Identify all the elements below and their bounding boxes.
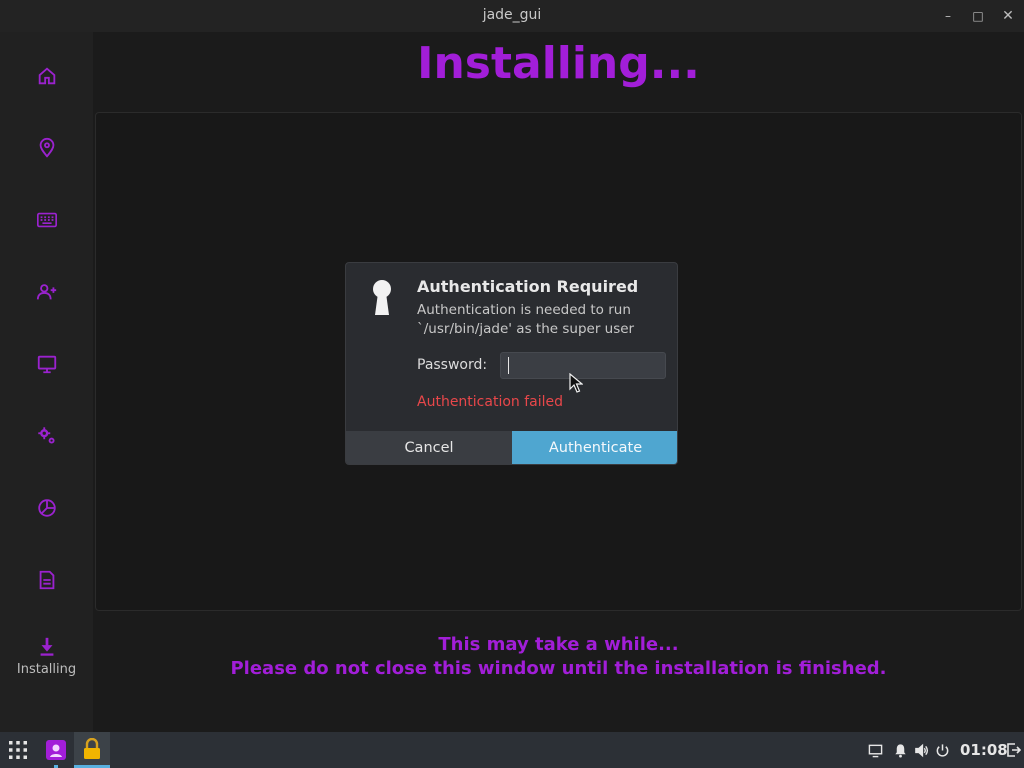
display-icon[interactable]	[868, 743, 883, 758]
system-tray	[868, 732, 950, 768]
sidebar-item-location[interactable]	[0, 128, 93, 168]
location-pin-icon	[39, 137, 54, 158]
lock-icon	[84, 737, 100, 759]
monitor-icon	[37, 355, 56, 374]
mouse-pointer-icon	[569, 373, 583, 393]
authentication-dialog: Authentication Required Authentication i…	[345, 262, 678, 465]
sidebar-item-keyboard[interactable]	[0, 200, 93, 240]
cancel-button[interactable]: Cancel	[346, 431, 512, 464]
sidebar: Installing	[0, 32, 93, 732]
keyboard-icon	[36, 212, 57, 228]
app-grid-icon[interactable]	[8, 740, 28, 760]
auth-error-message: Authentication failed	[417, 394, 564, 410]
taskbar: 01:08	[0, 732, 1024, 768]
minimize-button[interactable]: –	[938, 6, 958, 26]
page-title: Installing...	[417, 38, 700, 89]
jade-app-icon	[46, 740, 66, 760]
sidebar-item-partitioning[interactable]	[0, 488, 93, 528]
partition-pie-icon	[37, 499, 56, 517]
volume-icon[interactable]	[914, 743, 929, 758]
dialog-title: Authentication Required	[417, 277, 639, 296]
password-label: Password:	[417, 357, 488, 373]
close-button[interactable]: ✕	[998, 6, 1018, 26]
logout-icon[interactable]	[1006, 742, 1021, 758]
sidebar-item-users[interactable]	[0, 272, 93, 312]
wait-message: This may take a while...	[438, 634, 679, 655]
sidebar-item-summary[interactable]	[0, 560, 93, 600]
window-titlebar: jade_gui – □ ✕	[0, 0, 1024, 32]
window-title: jade_gui	[482, 7, 542, 23]
power-icon[interactable]	[935, 743, 950, 758]
notification-bell-icon[interactable]	[893, 743, 908, 758]
warning-message: Please do not close this window until th…	[230, 658, 887, 679]
password-field[interactable]	[500, 352, 666, 379]
sidebar-item-installing[interactable]: Installing	[0, 630, 93, 682]
clock[interactable]: 01:08	[960, 741, 1008, 759]
sidebar-item-misc-settings[interactable]	[0, 416, 93, 456]
authenticate-button[interactable]: Authenticate	[512, 431, 677, 464]
sidebar-item-desktop[interactable]	[0, 344, 93, 384]
sidebar-item-label: Installing	[16, 661, 77, 677]
sidebar-item-welcome[interactable]	[0, 56, 93, 96]
settings-gears-icon	[37, 427, 55, 444]
summary-document-icon	[39, 570, 54, 590]
taskbar-app-polkit-agent[interactable]	[74, 732, 110, 768]
text-caret	[508, 357, 509, 374]
taskbar-app-jade-gui[interactable]	[38, 732, 74, 768]
download-icon	[40, 637, 53, 656]
keyhole-icon	[373, 280, 391, 315]
dialog-message: Authentication is needed to run `/usr/bi…	[417, 302, 635, 337]
maximize-button[interactable]: □	[968, 6, 988, 26]
add-user-icon	[36, 284, 56, 300]
home-icon	[38, 67, 55, 85]
